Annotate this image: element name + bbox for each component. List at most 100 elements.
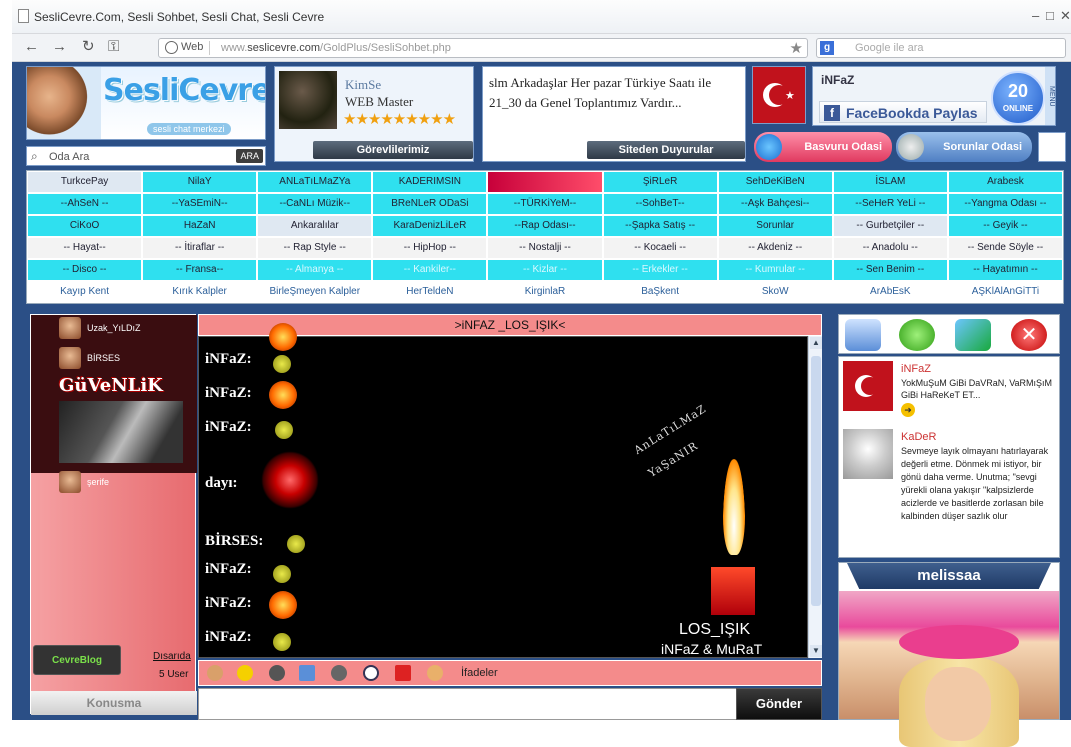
scroll-down-icon[interactable]: ▼ (810, 645, 822, 657)
room-link[interactable]: -- Kankiler-- (373, 260, 487, 280)
room-link[interactable]: -- Akdeniz -- (718, 238, 832, 258)
user-item[interactable]: Uzak_YıLDıZ (59, 317, 141, 339)
chat-icon[interactable] (899, 319, 935, 351)
blog-logo-button[interactable]: CevreBlog (33, 645, 121, 675)
message-author[interactable]: KaDeR (901, 431, 936, 443)
room-link[interactable]: ArAbEsK (833, 282, 947, 302)
room-link[interactable]: BReNLeR ODaSi (373, 194, 487, 214)
featured-profile[interactable]: melissaa (838, 562, 1060, 747)
staff-button[interactable]: Görevlilerimiz (313, 141, 473, 159)
emoji-bomb-icon[interactable] (331, 665, 347, 681)
room-link[interactable]: -- Hayat-- (28, 238, 142, 258)
room-link[interactable]: HerTeldeN (373, 282, 487, 302)
room-link[interactable]: -- Hayatımın -- (948, 260, 1062, 280)
room-link[interactable]: --YaSEmiN-- (143, 194, 257, 214)
emoji-eye-icon[interactable] (363, 665, 379, 681)
emoji-hand-icon[interactable] (207, 665, 223, 681)
room-link[interactable]: -- Erkekler -- (603, 260, 717, 280)
room-link[interactable]: -- Sen Benim -- (833, 260, 947, 280)
room-link[interactable]: KirginlaR (488, 282, 602, 302)
room-link[interactable]: Kırık Kalpler (143, 282, 257, 302)
room-link[interactable] (488, 172, 602, 192)
bookmark-star-icon[interactable]: ★ (790, 39, 803, 57)
logout-link[interactable]: Dısarıda (153, 651, 191, 662)
address-bar[interactable]: Web www.seslicevre.com/GoldPlus/SesliSoh… (158, 38, 808, 58)
problems-room-button[interactable]: Sorunlar Odasi (896, 132, 1032, 162)
back-icon[interactable]: ← (24, 38, 39, 56)
room-link[interactable]: BirleŞmeyen Kalpler (258, 282, 372, 302)
room-link[interactable]: -- Kumrular -- (718, 260, 832, 280)
room-link[interactable]: --SeHeR YeLi -- (833, 194, 947, 214)
reload-icon[interactable]: ↻ (82, 38, 95, 56)
room-link[interactable]: BaŞkent (603, 282, 717, 302)
site-logo[interactable]: SesliCevre sesli chat merkezi (26, 66, 266, 140)
message-input[interactable] (198, 688, 738, 720)
emoji-gift-icon[interactable] (299, 665, 315, 681)
room-link[interactable]: Ankaralılar (258, 216, 372, 236)
room-link[interactable]: --Aşk Bahçesi-- (718, 194, 832, 214)
room-link[interactable]: KaraDenizLiLeR (373, 216, 487, 236)
room-link[interactable]: ANLaTıLMaZYa (258, 172, 372, 192)
emoji-label[interactable]: İfadeler (461, 667, 498, 679)
room-link[interactable]: -- Gurbetçiler -- (833, 216, 947, 236)
google-search-box[interactable]: g Google ile ara (816, 38, 1066, 58)
exit-icon[interactable]: ✕ (1011, 319, 1047, 351)
key-icon[interactable]: ⚿ (108, 38, 119, 56)
room-link[interactable]: -- Rap Style -- (258, 238, 372, 258)
url-text[interactable]: www.seslicevre.com/GoldPlus/SesliSohbet.… (221, 42, 451, 54)
room-link[interactable]: --Şapka Satış -- (603, 216, 717, 236)
user-item[interactable]: BİRSES (59, 347, 120, 369)
room-link[interactable]: KADERIMSIN (373, 172, 487, 192)
talk-button[interactable]: Konusma (31, 691, 197, 715)
emoji-film-icon[interactable] (269, 665, 285, 681)
room-link[interactable]: Sorunlar (718, 216, 832, 236)
room-link[interactable]: -- Fransa-- (143, 260, 257, 280)
scroll-thumb[interactable] (811, 356, 821, 606)
arrow-right-icon[interactable]: ➜ (901, 403, 915, 417)
maximize-icon[interactable]: □ (1046, 8, 1054, 23)
minimize-icon[interactable]: – (1032, 8, 1039, 23)
room-link[interactable]: --SohBeT-- (603, 194, 717, 214)
message-author[interactable]: iNFaZ (901, 363, 931, 375)
room-link[interactable]: -- Almanya -- (258, 260, 372, 280)
send-button[interactable]: Gönder (736, 688, 822, 720)
room-link[interactable]: TurkcePay (28, 172, 142, 192)
forward-icon[interactable]: → (52, 38, 67, 56)
menu-tab[interactable]: MENU (1045, 67, 1055, 125)
room-link[interactable]: -- Sende Söyle -- (948, 238, 1062, 258)
room-link[interactable]: -- Geyik -- (948, 216, 1062, 236)
emoji-trophy-icon[interactable] (395, 665, 411, 681)
close-icon[interactable]: ✕ (1060, 8, 1071, 24)
emoji-person-icon[interactable] (427, 665, 443, 681)
emoji-smile-icon[interactable] (237, 665, 253, 681)
room-link[interactable]: -- HipHop -- (373, 238, 487, 258)
room-link[interactable]: --AhSeN -- (28, 194, 142, 214)
room-link[interactable]: SehDeKiBeN (718, 172, 832, 192)
room-link[interactable]: Arabesk (948, 172, 1062, 192)
search-button[interactable]: ARA (236, 149, 263, 163)
announcements-button[interactable]: Siteden Duyurular (587, 141, 745, 159)
room-link[interactable]: -- Nostalji -- (488, 238, 602, 258)
facebook-share-button[interactable]: f FaceBookda Paylas (819, 101, 987, 123)
room-link[interactable]: HaZaN (143, 216, 257, 236)
room-search[interactable]: ⌕ Oda Ara ARA (26, 146, 266, 166)
refresh-icon[interactable] (955, 319, 991, 351)
chat-scrollbar[interactable]: ▲ ▼ (808, 336, 822, 658)
room-link[interactable]: ŞiRLeR (603, 172, 717, 192)
user-item[interactable]: şerife (59, 471, 109, 493)
room-link[interactable]: CiKoO (28, 216, 142, 236)
room-link[interactable]: Kayıp Kent (28, 282, 142, 302)
profile-icon[interactable] (845, 319, 881, 351)
room-link[interactable]: -- Kocaeli -- (603, 238, 717, 258)
scroll-up-icon[interactable]: ▲ (810, 337, 822, 349)
room-link[interactable]: -- İtiraflar -- (143, 238, 257, 258)
apply-room-button[interactable]: Basvuru Odasi (754, 132, 892, 162)
room-link[interactable]: NilaY (143, 172, 257, 192)
extra-widget-icon[interactable] (1038, 132, 1066, 162)
room-link[interactable]: --CaNLı Müzik-- (258, 194, 372, 214)
room-link[interactable]: -- Kizlar -- (488, 260, 602, 280)
room-link[interactable]: -- Disco -- (28, 260, 142, 280)
room-link[interactable]: İSLAM (833, 172, 947, 192)
room-link[interactable]: --TÜRKiYeM-- (488, 194, 602, 214)
room-link[interactable]: -- Anadolu -- (833, 238, 947, 258)
